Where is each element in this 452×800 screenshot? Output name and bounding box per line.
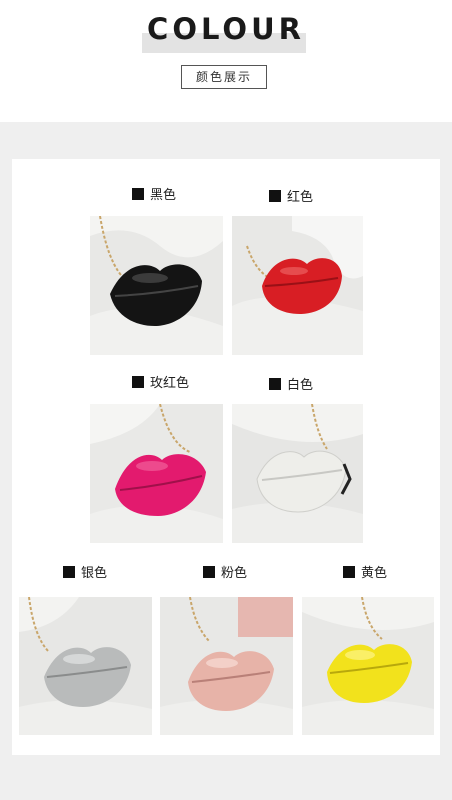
product-photo-yellow[interactable] [302, 597, 434, 735]
subtitle-badge: 颜色展示 [181, 65, 267, 89]
bullet-square-icon [269, 378, 281, 390]
color-label-text: 白色 [287, 378, 314, 393]
bullet-square-icon [63, 566, 75, 578]
color-label-text: 红色 [287, 190, 314, 205]
product-photo-red[interactable] [232, 216, 363, 355]
color-label-text: 银色 [81, 566, 108, 581]
bullet-square-icon [269, 190, 281, 202]
color-label-text: 粉色 [221, 566, 248, 581]
color-label-text: 玫红色 [150, 376, 190, 391]
header-section: COLOUR 颜色展示 [0, 0, 452, 122]
bullet-square-icon [132, 376, 144, 388]
color-label-yellow: 黄色 [343, 566, 387, 582]
color-label-rose-red: 玫红色 [132, 376, 189, 392]
bullet-square-icon [343, 566, 355, 578]
product-photo-black[interactable] [90, 216, 223, 355]
product-photo-rose-red[interactable] [90, 404, 223, 543]
product-photo-white[interactable] [232, 404, 363, 543]
color-label-white: 白色 [269, 378, 313, 394]
product-photo-silver[interactable] [19, 597, 152, 735]
color-label-red: 红色 [269, 190, 313, 206]
bullet-square-icon [132, 188, 144, 200]
page-title: COLOUR [147, 12, 305, 46]
color-label-text: 黑色 [150, 188, 177, 203]
color-label-pink: 粉色 [203, 566, 247, 582]
color-label-text: 黄色 [361, 566, 388, 581]
product-photo-pink[interactable] [160, 597, 293, 735]
color-label-black: 黑色 [132, 188, 176, 204]
bullet-square-icon [203, 566, 215, 578]
color-label-silver: 银色 [63, 566, 107, 582]
